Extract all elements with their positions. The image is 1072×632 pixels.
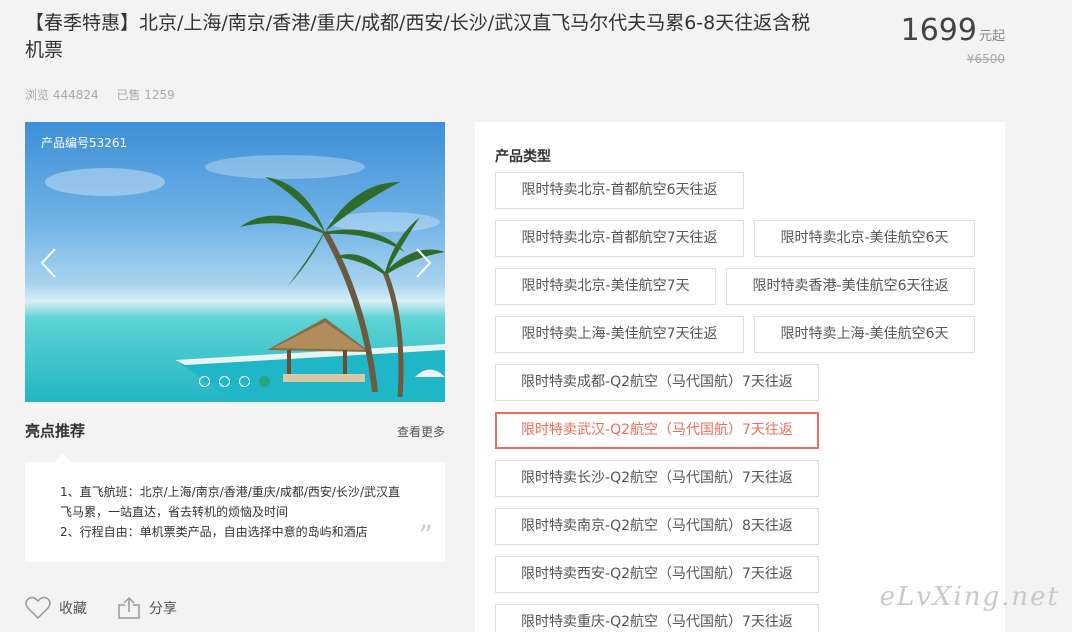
heart-icon xyxy=(25,596,51,620)
highlight-item: 2、行程自由：单机票类产品，自由选择中意的岛屿和酒店 xyxy=(60,525,368,539)
carousel-dot[interactable] xyxy=(199,376,210,387)
product-type-option[interactable]: 限时特卖成都-Q2航空（马代国航）7天往返 xyxy=(495,364,819,401)
favorite-label: 收藏 xyxy=(59,601,87,617)
highlights-title: 亮点推荐 xyxy=(25,422,86,440)
sold-count: 已售 1259 xyxy=(116,88,175,102)
price: 1699 xyxy=(900,13,977,48)
product-type-option[interactable]: 限时特卖西安-Q2航空（马代国航）7天往返 xyxy=(495,556,819,593)
view-more-link[interactable]: 查看更多 xyxy=(397,423,445,440)
price-block: 1699 元起 ¥6500 xyxy=(900,13,1005,67)
carousel-dot-active[interactable] xyxy=(259,376,270,387)
chevron-right-icon[interactable] xyxy=(413,247,433,279)
share-button[interactable]: 分享 xyxy=(117,596,177,620)
product-type-option[interactable]: 限时特卖上海-美佳航空7天往返 xyxy=(495,316,744,353)
image-carousel[interactable]: 产品编号53261 xyxy=(25,122,445,402)
product-type-title: 产品类型 xyxy=(495,149,551,165)
product-type-panel: 产品类型 限时特卖北京-首都航空6天往返 限时特卖北京-首都航空7天往返 限时特… xyxy=(475,122,1005,632)
highlights-box: 1、直飞航班：北京/上海/南京/香港/重庆/成都/西安/长沙/武汉直飞马累，一站… xyxy=(25,454,445,562)
product-type-option[interactable]: 限时特卖北京-首都航空6天往返 xyxy=(495,172,744,209)
view-count: 浏览 444824 xyxy=(25,88,99,102)
resort-photo xyxy=(45,155,445,402)
product-type-option[interactable]: 限时特卖南京-Q2航空（马代国航）8天往返 xyxy=(495,508,819,545)
product-type-option[interactable]: 限时特卖上海-美佳航空6天 xyxy=(754,316,975,353)
product-stats: 浏览 444824 已售 1259 xyxy=(25,86,189,103)
product-type-option[interactable]: 限时特卖香港-美佳航空6天往返 xyxy=(726,268,975,305)
product-type-option[interactable]: 限时特卖北京-美佳航空6天 xyxy=(754,220,975,257)
quote-icon: ” xyxy=(418,519,433,552)
product-type-option[interactable]: 限时特卖重庆-Q2航空（马代国航）7天往返 xyxy=(495,604,819,632)
carousel-dot[interactable] xyxy=(219,376,230,387)
product-number: 产品编号53261 xyxy=(41,136,128,150)
product-type-option-selected[interactable]: 限时特卖武汉-Q2航空（马代国航）7天往返 xyxy=(495,412,819,449)
carousel-dots xyxy=(199,376,270,387)
share-label: 分享 xyxy=(149,601,177,617)
highlights-text: 1、直飞航班：北京/上海/南京/香港/重庆/成都/西安/长沙/武汉直飞马累，一站… xyxy=(60,482,410,542)
price-unit: 元起 xyxy=(978,29,1005,44)
action-bar: 收藏 分享 xyxy=(25,596,207,620)
product-title: 【春季特惠】北京/上海/南京/香港/重庆/成都/西安/长沙/武汉直飞马尔代夫马累… xyxy=(25,12,811,61)
chevron-left-icon[interactable] xyxy=(39,247,59,279)
highlight-item: 1、直飞航班：北京/上海/南京/香港/重庆/成都/西安/长沙/武汉直飞马累，一站… xyxy=(60,485,400,519)
product-type-option[interactable]: 限时特卖北京-美佳航空7天 xyxy=(495,268,716,305)
carousel-dot[interactable] xyxy=(239,376,250,387)
product-type-option[interactable]: 限时特卖长沙-Q2航空（马代国航）7天往返 xyxy=(495,460,819,497)
product-type-option[interactable]: 限时特卖北京-首都航空7天往返 xyxy=(495,220,744,257)
favorite-button[interactable]: 收藏 xyxy=(25,596,87,620)
watermark: eLvXing.net xyxy=(879,582,1060,612)
original-price: ¥6500 xyxy=(966,52,1005,66)
share-icon xyxy=(118,596,140,619)
